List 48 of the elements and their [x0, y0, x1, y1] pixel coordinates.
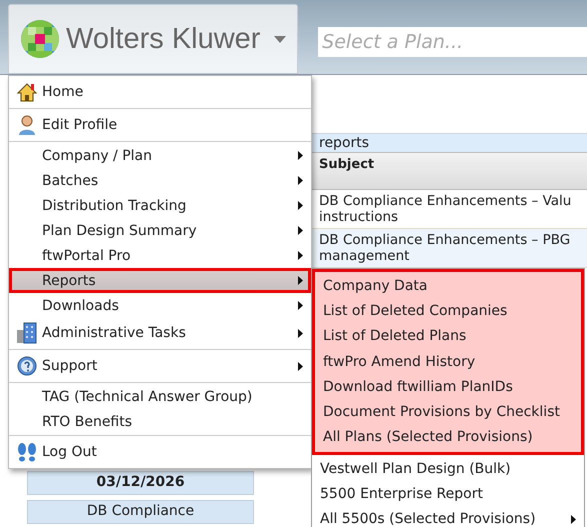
menu-item[interactable]: Vestwell Plan Design (Bulk): [312, 456, 584, 482]
menu-item[interactable]: ftwPortal Pro: [9, 243, 311, 268]
panel-title: reports: [312, 133, 587, 152]
menu-item[interactable]: Document Provisions by Checklist: [315, 399, 581, 425]
menu-item[interactable]: List of Deleted Companies: [315, 298, 581, 324]
menu-item[interactable]: 5500 Enterprise Report: [312, 481, 584, 507]
submenu-arrow-icon: [571, 514, 576, 524]
caret-icon: [274, 36, 286, 42]
table-cell: DB Compliance Enhancements – PBG management: [312, 229, 587, 268]
menu-item[interactable]: ftwPro Amend History: [315, 348, 581, 374]
menu-item[interactable]: TAG (Technical Answer Group): [9, 384, 311, 409]
menu-item[interactable]: Edit Profile: [9, 110, 311, 140]
menu-item[interactable]: Company / Plan: [9, 143, 311, 168]
menu-item[interactable]: All 5500s (Selected Provisions): [312, 506, 584, 527]
menu-item[interactable]: Reports: [9, 268, 311, 293]
submenu-arrow-icon: [298, 251, 303, 260]
house-icon: [17, 82, 37, 102]
submenu-arrow-icon: [298, 151, 303, 160]
menu-item[interactable]: Company Data: [315, 273, 581, 298]
menu-item[interactable]: All Plans (Selected Provisions): [315, 424, 581, 450]
submenu-arrow-icon: [298, 176, 303, 185]
menu-item[interactable]: List of Deleted Plans: [315, 324, 581, 349]
footprints-icon: [16, 442, 38, 462]
menu-item[interactable]: Home: [9, 77, 311, 107]
menu-item[interactable]: Downloads: [9, 293, 311, 318]
menu-item[interactable]: Administrative Tasks: [9, 318, 311, 348]
menu-item[interactable]: RTO Benefits: [9, 409, 311, 434]
help-icon: [17, 356, 37, 376]
submenu-arrow-icon: [298, 226, 303, 235]
submenu-arrow-icon: [298, 301, 303, 310]
menu-item[interactable]: Support: [9, 351, 311, 381]
plan-search-field[interactable]: Select a Plan...: [318, 27, 587, 57]
menu-item[interactable]: Log Out: [9, 437, 311, 467]
logo-text: Wolters Kluwer: [66, 22, 260, 56]
logo-menu-button[interactable]: Wolters Kluwer: [8, 4, 298, 74]
menu-item[interactable]: Download ftwilliam PlanIDs: [315, 374, 581, 400]
building-icon: [16, 322, 38, 344]
submenu-arrow-icon: [298, 362, 303, 370]
menu-item[interactable]: Batches: [9, 168, 311, 193]
date-card: 03/12/2026: [27, 471, 254, 495]
menu-item[interactable]: Plan Design Summary: [9, 218, 311, 243]
column-header: Subject: [312, 152, 587, 190]
submenu-arrow-icon: [298, 201, 303, 210]
submenu-arrow-icon: [298, 276, 303, 285]
date-card: DB Compliance: [27, 500, 254, 524]
menu-item[interactable]: Distribution Tracking: [9, 193, 311, 218]
person-icon: [18, 115, 36, 135]
submenu-arrow-icon: [298, 328, 303, 338]
